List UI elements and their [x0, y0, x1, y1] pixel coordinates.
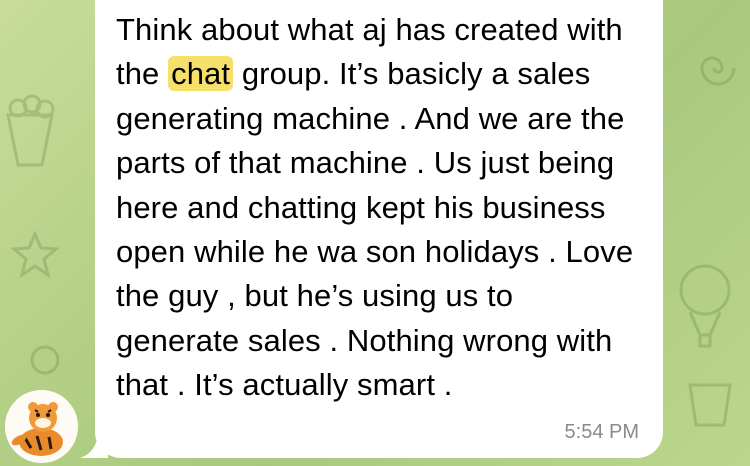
ring-doodle-icon [30, 345, 60, 375]
swirl-doodle-icon [700, 56, 736, 86]
star-doodle-icon [10, 230, 60, 279]
balloon-doodle-icon [679, 264, 731, 348]
sender-avatar[interactable] [5, 390, 78, 463]
tiger-avatar-icon [5, 390, 78, 463]
message-text-end: group. It’s basicly a sales generating m… [116, 56, 642, 403]
message-bubble[interactable]: Think about what aj has created with the… [95, 0, 663, 458]
popcorn-doodle-icon [6, 94, 55, 167]
message-text: Think about what aj has created with the… [116, 8, 641, 408]
search-highlight: chat [168, 56, 234, 92]
cup-doodle-icon [688, 383, 732, 427]
message-timestamp: 5:54 PM [564, 421, 639, 443]
